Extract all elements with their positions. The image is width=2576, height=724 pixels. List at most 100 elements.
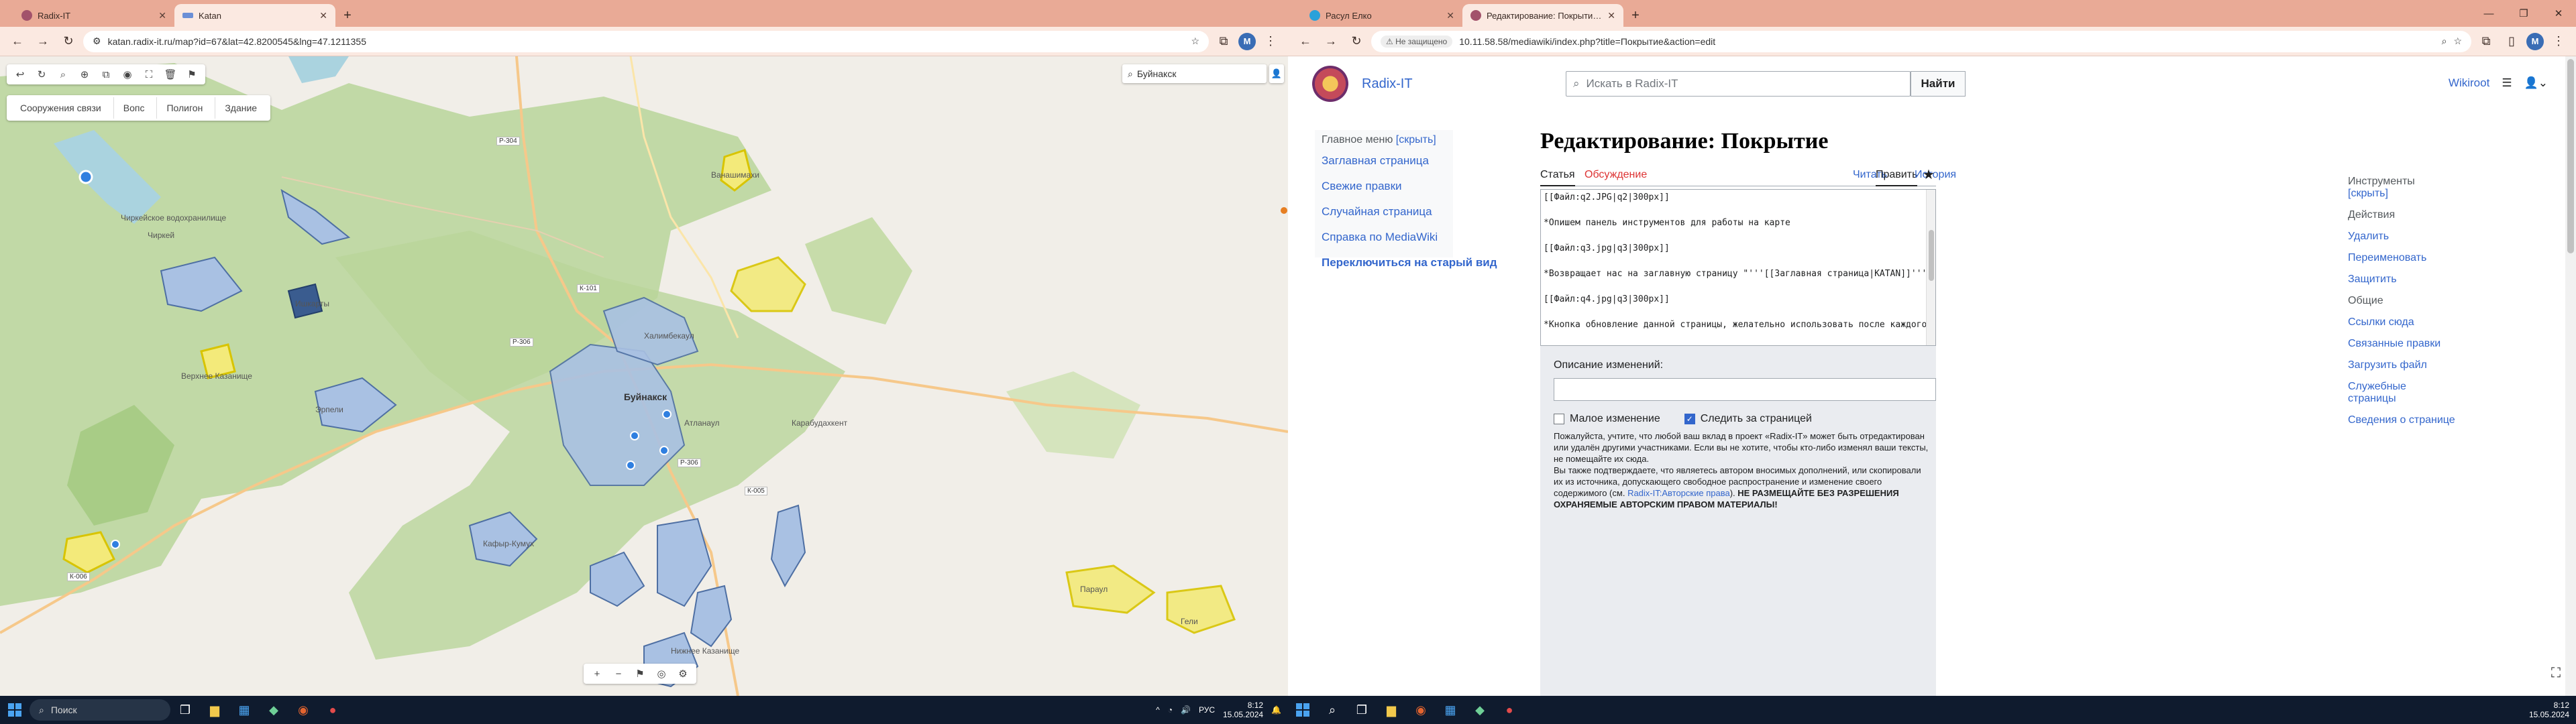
search-icon[interactable]: ⌕ [1320, 698, 1344, 722]
layer-building[interactable]: Здание [215, 97, 266, 119]
location-search-input[interactable]: ⌕ Буйнакск [1122, 64, 1267, 83]
close-icon[interactable]: ✕ [1446, 10, 1454, 21]
tab-history[interactable]: История [1915, 169, 1956, 181]
tray-chevron-icon[interactable]: ^ [1156, 705, 1160, 715]
tab-katan[interactable]: Katan ✕ [174, 4, 335, 27]
layer-polygon[interactable]: Полигон [156, 97, 212, 119]
summary-input[interactable] [1554, 378, 1936, 401]
editor-line[interactable]: [[Файл:q2.JPG|q2|300px]] [1544, 192, 1919, 205]
address-bar[interactable]: ⚙ katan.radix-it.ru/map?id=67&lat=42.820… [83, 30, 1209, 52]
zoom-out-icon[interactable]: − [609, 665, 628, 682]
editor-line[interactable] [1544, 205, 1919, 218]
user-location-icon[interactable]: 👤 [1269, 64, 1284, 83]
nav-old-skin[interactable]: Переключиться на старый вид [1322, 256, 1497, 269]
zoom-in-icon[interactable]: + [588, 665, 606, 682]
tab-article[interactable]: Статья [1540, 169, 1575, 186]
new-tab-button[interactable]: + [335, 4, 360, 27]
tool-upload-file[interactable]: Загрузить файл [2348, 359, 2576, 371]
fullscreen-icon[interactable]: ⛶ [140, 66, 158, 83]
hide-tools-link[interactable]: [скрыть] [2348, 188, 2576, 200]
fullscreen-icon[interactable]: ⛶ [2546, 664, 2565, 682]
close-icon[interactable]: ✕ [1607, 10, 1615, 21]
forward-button[interactable]: → [1320, 31, 1342, 52]
reload-button[interactable]: ↻ [1346, 31, 1367, 52]
wiki-search-input[interactable]: ⌕ Искать в Radix-IT [1566, 71, 1911, 97]
refresh-icon[interactable]: ↻ [32, 66, 51, 83]
close-window-icon[interactable]: ✕ [2541, 0, 2576, 27]
editor-line[interactable]: *Кнопка обновление данной страницы, жела… [1544, 320, 1935, 333]
editor-line[interactable] [1544, 256, 1919, 269]
bookmark-star-icon[interactable]: ☆ [1191, 36, 1199, 47]
settings-icon[interactable]: ⚙ [674, 665, 692, 682]
search-button[interactable]: Найти [1911, 71, 1966, 97]
editor-line[interactable] [1544, 333, 1919, 345]
profile-avatar[interactable]: M [2526, 32, 2544, 50]
app-icon-3[interactable]: ● [1497, 698, 1521, 722]
tool-special-pages[interactable]: Служебные страницы [2348, 381, 2408, 405]
nav-main-page[interactable]: Заглавная страница [1322, 154, 1429, 168]
task-view-icon[interactable]: ❐ [1350, 698, 1374, 722]
extensions-icon[interactable]: ⧉ [2475, 31, 2497, 52]
minor-edit-checkbox[interactable] [1554, 414, 1564, 424]
tab-telegram[interactable]: Расул Елко ✕ [1301, 4, 1462, 27]
tool-related-changes[interactable]: Связанные правки [2348, 338, 2576, 350]
menu-icon[interactable]: ⋮ [2548, 31, 2569, 52]
file-explorer-icon[interactable]: ▆ [1379, 698, 1403, 722]
site-info-icon[interactable]: ⚙ [93, 36, 101, 47]
taskbar-search[interactable]: ⌕ Поиск [30, 699, 170, 721]
chrome-icon[interactable]: ◉ [291, 698, 315, 722]
forward-button[interactable]: → [32, 31, 54, 52]
close-icon[interactable]: ✕ [158, 10, 166, 21]
editor-line[interactable] [1544, 231, 1919, 243]
action-delete[interactable]: Удалить [2348, 231, 2576, 243]
bookmark-star-icon[interactable]: ☆ [2453, 36, 2462, 47]
clock[interactable]: 8:12 15.05.2024 [1223, 701, 1263, 719]
nav-help[interactable]: Справка по MediaWiki [1322, 231, 1438, 244]
new-tab-button[interactable]: + [1623, 4, 1648, 27]
search-icon[interactable]: ⌕ [54, 66, 72, 83]
volume-icon[interactable]: 🔊 [1181, 705, 1191, 715]
app-icon-2[interactable]: ◆ [1468, 698, 1492, 722]
clock[interactable]: 8:12 15.05.2024 [2529, 701, 2569, 719]
extensions-icon[interactable]: ⧉ [1213, 31, 1234, 52]
app-icon-2[interactable]: ● [321, 698, 345, 722]
chrome-icon[interactable]: ◉ [1409, 698, 1433, 722]
app-icon[interactable]: ▦ [1438, 698, 1462, 722]
eye-icon[interactable]: ◉ [118, 66, 137, 83]
layer-communications[interactable]: Сооружения связи [11, 97, 111, 119]
reload-button[interactable]: ↻ [58, 31, 79, 52]
start-button[interactable] [0, 696, 30, 724]
layer-vops[interactable]: Вопс [113, 97, 154, 119]
notification-icon[interactable]: 🔔 [1271, 705, 1281, 715]
start-button[interactable] [1288, 696, 1318, 724]
not-secure-badge[interactable]: ⚠ Не защищено [1381, 35, 1453, 48]
locate-icon[interactable]: ◎ [652, 665, 671, 682]
tab-edit[interactable]: Править [1876, 169, 1918, 186]
action-protect[interactable]: Защитить [2348, 274, 2576, 286]
bookmark-icon[interactable]: ⚑ [182, 66, 201, 83]
zoom-icon[interactable]: ⌕ [2442, 36, 2447, 47]
editor-line[interactable]: [[Файл:q4.jpg|q3|300px]] [1544, 294, 1919, 307]
editor-line[interactable]: *Возвращает нас на заглавную страницу "'… [1544, 269, 1932, 282]
page-scrollbar[interactable] [2565, 56, 2576, 696]
tool-whatlinkshere[interactable]: Ссылки сюда [2348, 316, 2576, 328]
address-bar[interactable]: ⚠ Не защищено 10.11.58.58/mediawiki/inde… [1371, 30, 2471, 52]
back-button[interactable]: ← [7, 31, 28, 52]
menu-icon[interactable]: ⋮ [1260, 31, 1281, 52]
flag-icon[interactable]: ⚑ [631, 665, 649, 682]
site-name[interactable]: Radix-IT [1362, 76, 1413, 92]
task-view-icon[interactable]: ❐ [173, 698, 197, 722]
layers-icon[interactable]: ⧉ [97, 66, 115, 83]
watch-page-checkbox[interactable]: ✓ [1684, 414, 1695, 424]
tab-radix[interactable]: Radix-IT ✕ [13, 4, 174, 27]
language-indicator[interactable]: РУС [1199, 705, 1215, 715]
tool-page-info[interactable]: Сведения о странице [2348, 414, 2576, 426]
back-button[interactable]: ← [1295, 31, 1316, 52]
app-icon[interactable]: ◆ [262, 698, 286, 722]
wikitext-editor[interactable]: [[Файл:q2.JPG|q2|300px]] *Опишем панель и… [1540, 189, 1936, 346]
action-rename[interactable]: Переименовать [2348, 252, 2576, 264]
nav-random-page[interactable]: Случайная страница [1322, 205, 1432, 219]
minimize-icon[interactable]: — [2471, 0, 2506, 27]
editor-line[interactable]: [[Файл:q3.jpg|q3|300px]] [1544, 243, 1919, 256]
tab-wiki-edit[interactable]: Редактирование: Покрытие — Radix-IT ✕ [1462, 4, 1623, 27]
